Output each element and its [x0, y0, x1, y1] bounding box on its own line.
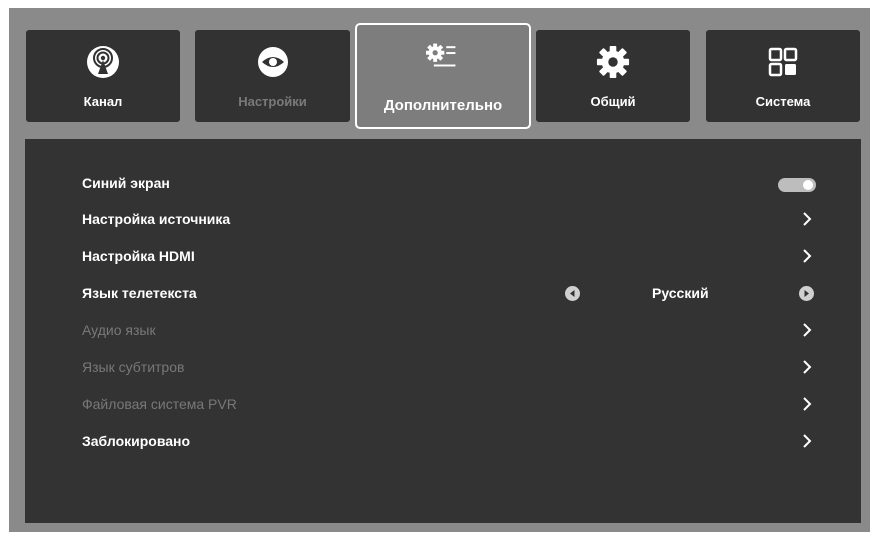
eye-icon [256, 45, 290, 79]
menu-item-label: Настройка HDMI [82, 248, 195, 264]
menu-item-source-setup[interactable]: Настройка источника [82, 205, 812, 235]
menu-item-label: Аудио язык [82, 322, 156, 338]
chevron-right-icon [803, 212, 812, 226]
settings-panel: Синий экран Настройка источника Настройк… [25, 139, 861, 523]
menu-item-label: Заблокировано [82, 433, 191, 449]
chevron-right-icon [803, 360, 812, 374]
menu-item-pvr-filesystem[interactable]: Файловая система PVR [82, 390, 812, 420]
menu-item-teletext-language[interactable]: Язык телетекста Русский [82, 279, 814, 309]
tab-label: Настройки [238, 94, 307, 109]
teletext-language-value: Русский [652, 285, 709, 301]
menu-item-label: Настройка источника [82, 211, 231, 227]
menu-item-locked[interactable]: Заблокировано [82, 427, 812, 457]
tab-settings[interactable]: Настройки [195, 30, 350, 122]
chevron-right-icon [803, 434, 812, 448]
chevron-right-icon [803, 397, 812, 411]
chevron-right-icon [803, 249, 812, 263]
tab-general[interactable]: Общий [536, 30, 690, 122]
toggle-knob [803, 180, 813, 190]
tab-advanced[interactable]: Дополнительно [355, 23, 531, 129]
antenna-icon [86, 45, 120, 79]
gear-list-icon [426, 39, 460, 73]
arrow-right-icon[interactable] [799, 286, 814, 301]
tab-label: Система [755, 94, 811, 109]
tab-channel[interactable]: Канал [26, 30, 180, 122]
menu-item-hdmi-setup[interactable]: Настройка HDMI [82, 242, 812, 272]
tab-label: Общий [590, 94, 636, 109]
menu-item-label: Синий экран [82, 175, 170, 191]
blue-screen-toggle[interactable] [778, 178, 816, 192]
arrow-left-icon[interactable] [565, 286, 580, 301]
menu-item-label: Файловая система PVR [82, 396, 237, 412]
menu-item-label: Язык субтитров [82, 359, 185, 375]
menu-item-blue-screen[interactable]: Синий экран [82, 169, 816, 199]
grid-icon [766, 45, 800, 79]
tab-label: Дополнительно [383, 97, 503, 114]
tab-label: Канал [83, 94, 123, 109]
menu-item-audio-language[interactable]: Аудио язык [82, 316, 812, 346]
chevron-right-icon [803, 323, 812, 337]
tv-settings-screen: Канал Настройки Дополнительно Общий Сист… [9, 8, 870, 532]
gear-icon [596, 45, 630, 79]
tab-system[interactable]: Система [706, 30, 860, 122]
menu-item-subtitle-language[interactable]: Язык субтитров [82, 353, 812, 383]
menu-item-label: Язык телетекста [82, 285, 197, 301]
